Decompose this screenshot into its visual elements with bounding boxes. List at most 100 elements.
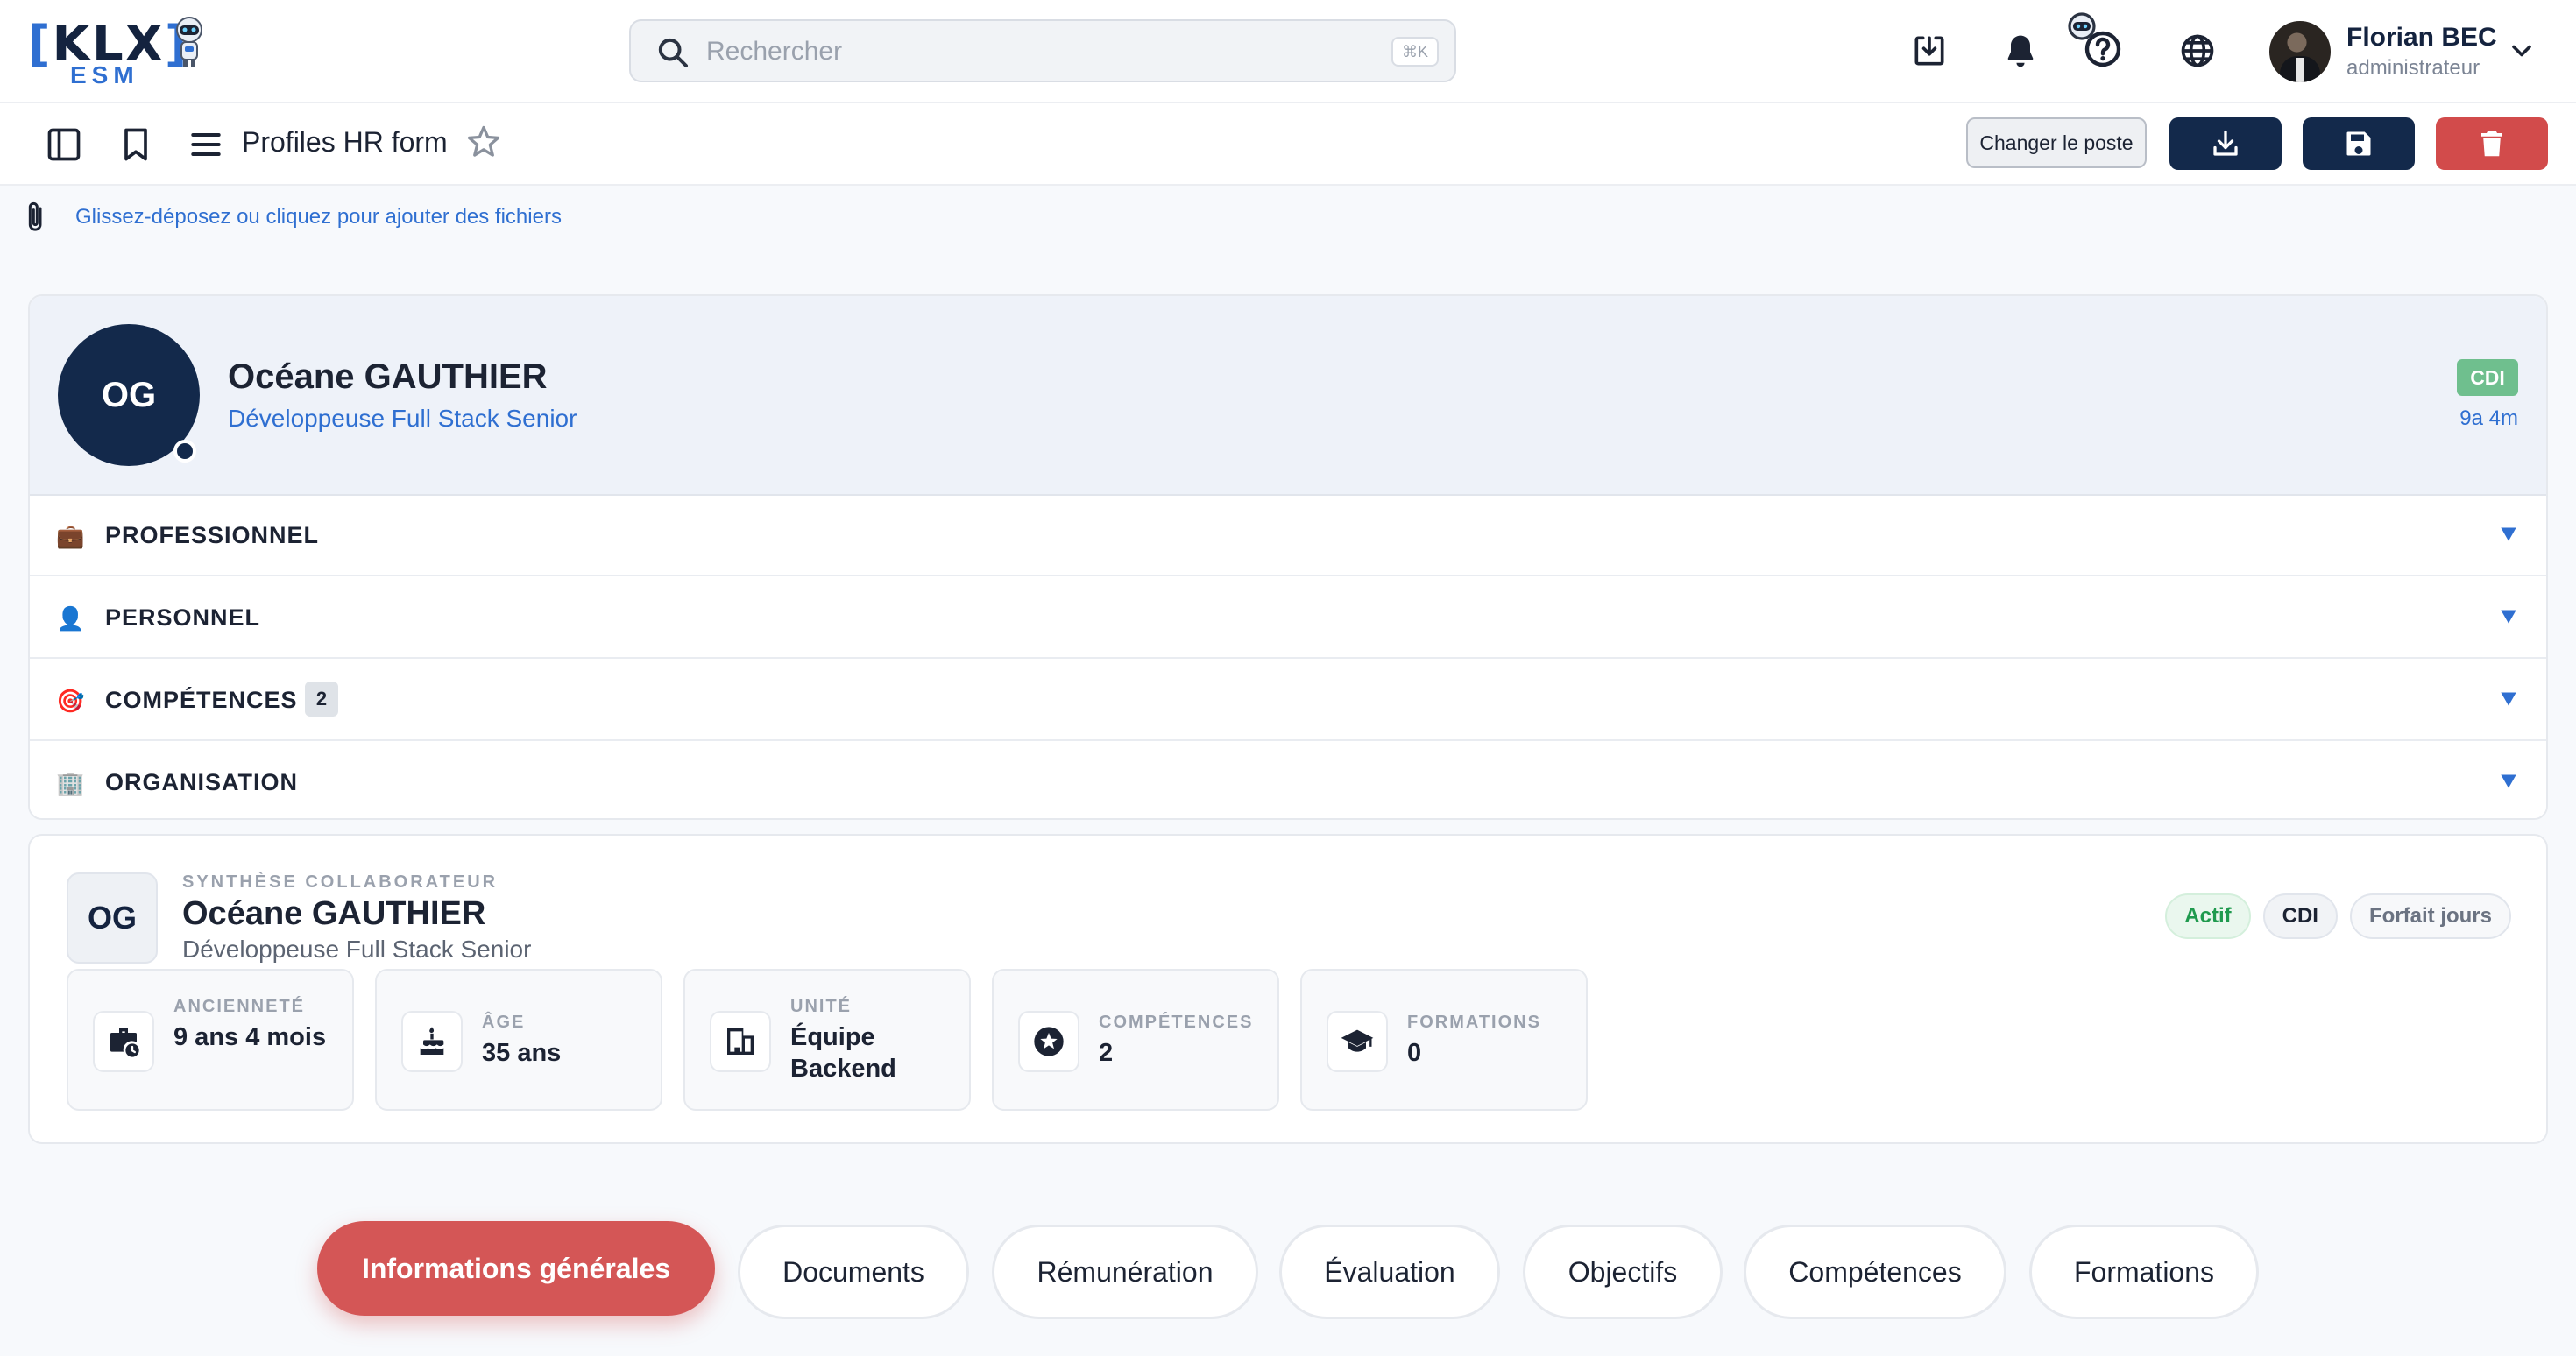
search-icon xyxy=(658,38,688,67)
robot-mascot-icon xyxy=(176,17,202,67)
tenure-text: 9a 4m xyxy=(2459,406,2518,430)
tab-remuneration[interactable]: Rémunération xyxy=(992,1225,1258,1319)
summary-kicker: SYNTHÈSE COLLABORATEUR xyxy=(182,872,499,892)
search-input[interactable] xyxy=(706,33,1320,70)
delete-button[interactable] xyxy=(2436,117,2548,170)
summary-avatar: OG xyxy=(67,872,158,964)
building-icon xyxy=(710,1011,771,1072)
section-label: COMPÉTENCES xyxy=(105,687,298,713)
download-tray-icon xyxy=(1914,36,1944,66)
summary-job-title: Développeuse Full Stack Senior xyxy=(182,936,532,963)
caret-down-icon xyxy=(2501,692,2516,706)
stat-value: 9 ans 4 mois xyxy=(173,1023,327,1051)
stat-value: Équipe Backend xyxy=(790,1023,896,1083)
globe-icon xyxy=(2181,34,2214,67)
user-role: administrateur xyxy=(2346,56,2480,80)
stat-value: 2 xyxy=(1099,1039,1114,1067)
employee-summary-card: OG SYNTHÈSE COLLABORATEUR Océane GAUTHIE… xyxy=(28,834,2548,1144)
stat-label: ANCIENNETÉ xyxy=(173,997,306,1016)
person-icon: 👤 xyxy=(56,605,85,632)
profile-name: Océane GAUTHIER xyxy=(228,357,548,396)
top-header: [KLX] ESM ⌘K xyxy=(0,0,2576,103)
summary-name: Océane GAUTHIER xyxy=(182,895,486,932)
stat-label: FORMATIONS xyxy=(1407,1013,1541,1032)
trash-icon xyxy=(2481,131,2502,157)
profile-header: OG Océane GAUTHIER Développeuse Full Sta… xyxy=(30,296,2546,496)
logo-bracket-left: [ xyxy=(28,16,53,73)
floppy-disk-icon xyxy=(2346,131,2371,156)
stat-value: 35 ans xyxy=(482,1039,562,1067)
briefcase-clock-icon xyxy=(93,1011,154,1072)
search-shortcut-hint: ⌘K xyxy=(1391,37,1439,67)
presence-status-dot xyxy=(173,440,196,463)
stat-label: UNITÉ xyxy=(790,997,852,1016)
section-competences[interactable]: 🎯 COMPÉTENCES 2 xyxy=(30,660,2546,741)
logo-subtitle: ESM xyxy=(70,61,139,88)
briefcase-icon: 💼 xyxy=(56,523,85,549)
status-badge-active: Actif xyxy=(2165,893,2251,939)
caret-down-icon xyxy=(2501,610,2516,624)
stat-unit: UNITÉ Équipe Backend xyxy=(683,969,971,1111)
chevron-down-icon xyxy=(2512,45,2531,57)
section-label: PROFESSIONNEL xyxy=(105,522,320,548)
profile-job-title: Développeuse Full Stack Senior xyxy=(228,405,577,432)
robot-help-icon xyxy=(2068,12,2121,67)
tab-documents[interactable]: Documents xyxy=(738,1225,969,1319)
star-badge-icon xyxy=(1018,1011,1079,1072)
toggle-sidebar-button[interactable] xyxy=(40,121,88,168)
tab-competences[interactable]: Compétences xyxy=(1744,1225,2006,1319)
stat-value: 0 xyxy=(1407,1039,1422,1067)
save-button[interactable] xyxy=(2303,117,2415,170)
profile-card: OG Océane GAUTHIER Développeuse Full Sta… xyxy=(28,294,2548,820)
section-label: PERSONNEL xyxy=(105,604,261,631)
paperclip-icon xyxy=(28,201,42,231)
page-toolbar: Profiles HR form Changer le poste xyxy=(0,103,2576,186)
stat-seniority: ANCIENNETÉ 9 ans 4 mois xyxy=(67,969,354,1111)
page-title: Profiles HR form xyxy=(242,126,448,158)
contract-badge: CDI xyxy=(2457,359,2518,396)
contract-chip: CDI xyxy=(2262,893,2338,939)
tab-informations-generales[interactable]: Informations générales xyxy=(317,1221,715,1316)
download-icon xyxy=(2213,130,2238,156)
user-menu[interactable]: Florian BEC administrateur xyxy=(2269,18,2550,84)
bell-icon xyxy=(2007,35,2034,67)
sidebar-panel-icon xyxy=(47,128,81,161)
skills-count-badge: 2 xyxy=(305,682,338,717)
user-avatar xyxy=(2269,21,2331,82)
install-app-button[interactable] xyxy=(1905,26,1954,75)
caret-down-icon xyxy=(2501,774,2516,788)
menu-button[interactable] xyxy=(182,121,230,168)
favorite-star-icon[interactable] xyxy=(464,123,503,161)
graduation-cap-icon xyxy=(1327,1011,1388,1072)
stat-age: ÂGE 35 ans xyxy=(375,969,662,1111)
bookmark-icon xyxy=(124,128,147,161)
tab-evaluation[interactable]: Évaluation xyxy=(1279,1225,1500,1319)
dropzone-hint: Glissez-déposez ou cliquez pour ajouter … xyxy=(75,205,562,229)
stat-label: COMPÉTENCES xyxy=(1099,1013,1254,1032)
user-name: Florian BEC xyxy=(2346,23,2497,52)
stat-skills: COMPÉTENCES 2 xyxy=(992,969,1279,1111)
stat-label: ÂGE xyxy=(482,1013,526,1032)
tab-formations[interactable]: Formations xyxy=(2029,1225,2259,1319)
section-personnel[interactable]: 👤 PERSONNEL xyxy=(30,578,2546,659)
help-button[interactable] xyxy=(2063,9,2129,75)
status-chips: Actif CDI Forfait jours xyxy=(2165,893,2511,939)
office-building-icon: 🏢 xyxy=(56,770,85,796)
app-logo[interactable]: [KLX] ESM xyxy=(28,16,212,89)
notifications-button[interactable] xyxy=(1996,26,2045,75)
cake-icon xyxy=(401,1011,463,1072)
target-icon: 🎯 xyxy=(56,688,85,714)
hamburger-menu-icon xyxy=(191,132,221,157)
language-button[interactable] xyxy=(2173,26,2222,75)
section-organisation[interactable]: 🏢 ORGANISATION xyxy=(30,743,2546,818)
section-professionnel[interactable]: 💼 PROFESSIONNEL xyxy=(30,496,2546,576)
caret-down-icon xyxy=(2501,527,2516,541)
change-position-button[interactable]: Changer le poste xyxy=(1966,117,2147,168)
stat-trainings: FORMATIONS 0 xyxy=(1300,969,1588,1111)
bookmark-button[interactable] xyxy=(112,121,159,168)
work-time-chip: Forfait jours xyxy=(2349,893,2511,939)
global-search[interactable]: ⌘K xyxy=(629,19,1456,82)
download-button[interactable] xyxy=(2169,117,2282,170)
tab-objectifs[interactable]: Objectifs xyxy=(1523,1225,1723,1319)
section-label: ORGANISATION xyxy=(105,769,298,795)
